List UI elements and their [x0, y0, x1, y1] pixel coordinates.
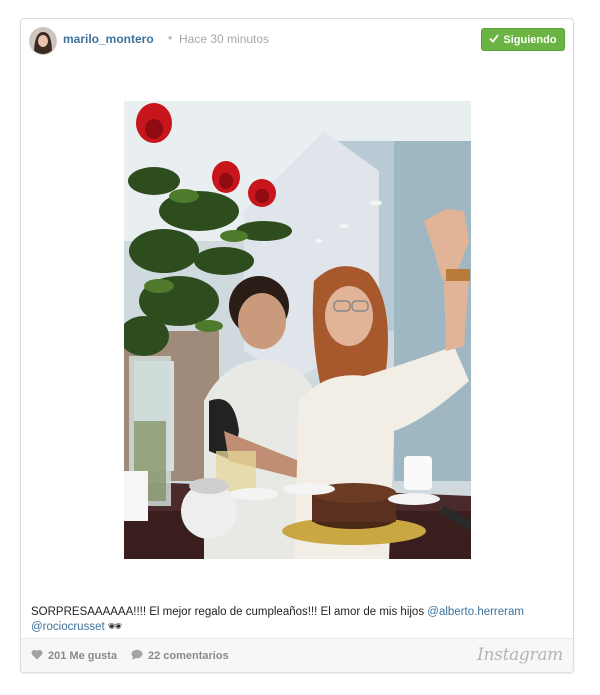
avatar[interactable] [29, 27, 57, 55]
post-timestamp[interactable]: Hace 30 minutos [179, 32, 269, 46]
following-label: Siguiendo [503, 33, 557, 46]
post-header: marilo_montero • Hace 30 minutos Siguien… [21, 19, 573, 61]
heart-icon [31, 649, 43, 663]
following-button[interactable]: Siguiendo [481, 28, 565, 51]
mention-link[interactable]: @rociocrusset [31, 621, 105, 633]
instagram-embed-card: marilo_montero • Hace 30 minutos Siguien… [20, 18, 574, 673]
caption-text: SORPRESAAAAAA!!!! El mejor regalo de cum… [31, 606, 428, 618]
post-photo[interactable] [124, 101, 471, 559]
checkmark-icon [489, 33, 500, 46]
comments-count[interactable]: 22 comentarios [131, 649, 229, 663]
separator-dot: • [168, 31, 173, 45]
username-link[interactable]: marilo_montero [63, 32, 154, 46]
comments-label: 22 comentarios [148, 650, 229, 662]
sunglasses-emoji: 🕶 [107, 621, 123, 633]
mention-link[interactable]: @alberto.herreram [427, 606, 524, 618]
post-footer: 201 Me gusta 22 comentarios Instagram [21, 638, 573, 672]
likes-count[interactable]: 201 Me gusta [31, 649, 117, 663]
instagram-logo[interactable]: Instagram [477, 645, 563, 665]
comment-bubble-icon [131, 649, 143, 663]
post-caption: SORPRESAAAAAA!!!! El mejor regalo de cum… [31, 605, 561, 635]
likes-label: 201 Me gusta [48, 650, 118, 662]
